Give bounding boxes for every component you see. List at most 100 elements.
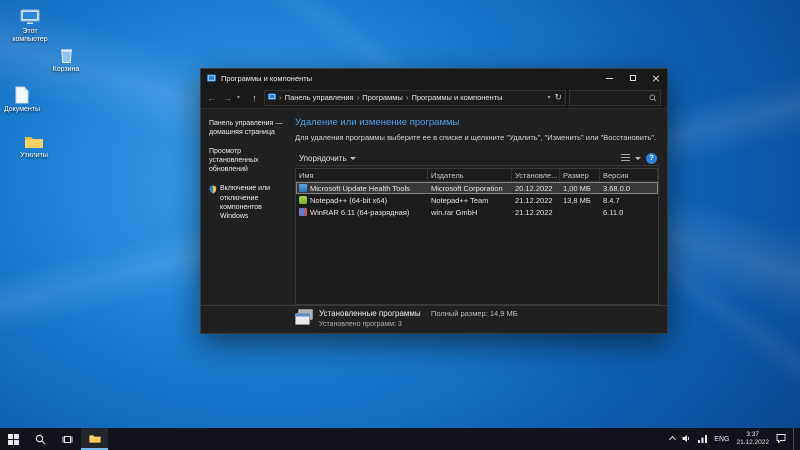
address-dropdown-icon[interactable]	[547, 94, 550, 101]
back-button[interactable]	[205, 93, 218, 103]
breadcrumb[interactable]: Панель управления Программы Программы и …	[264, 89, 566, 106]
status-title: Установленные программы	[319, 309, 421, 319]
desktop-icon-this-pc[interactable]: Этот компьютер	[8, 6, 52, 45]
breadcrumb-separator-icon	[279, 93, 282, 102]
programs-and-features-window: Программы и компоненты Панель управления…	[200, 68, 668, 334]
minimize-button[interactable]	[598, 69, 621, 87]
taskbar-clock[interactable]: 3:37 21.12.2022	[736, 431, 769, 447]
volume-icon[interactable]	[682, 430, 691, 448]
organize-button[interactable]: Упорядочить	[295, 154, 360, 163]
task-view-button[interactable]	[54, 428, 81, 450]
desktop-icon-label: Документы	[3, 106, 41, 113]
nav-item-control-panel-home[interactable]: Панель управления — домашняя страница	[209, 119, 285, 137]
breadcrumb-item-programs[interactable]: Программы	[362, 93, 403, 102]
program-version: 3.68.0.0	[603, 183, 631, 193]
system-tray: ENG 3:37 21.12.2022	[669, 428, 800, 450]
this-pc-icon	[8, 6, 52, 26]
file-explorer-icon	[88, 435, 101, 443]
program-icon	[299, 184, 307, 192]
recent-locations-chevron-icon[interactable]	[237, 94, 245, 101]
column-header-version[interactable]: Версия	[600, 169, 658, 181]
desktop-icon-utilities[interactable]: Утилиты	[12, 130, 56, 160]
desktop-icon-label: Этот компьютер	[12, 28, 48, 44]
page-title: Удаление или изменение программы	[295, 117, 460, 128]
document-icon	[0, 84, 44, 104]
program-name: Notepad++ (64-bit x64)	[310, 195, 388, 205]
command-bar: Упорядочить ?	[295, 151, 659, 166]
program-publisher: Microsoft Corporation	[431, 183, 503, 193]
up-button[interactable]	[248, 93, 261, 103]
program-size: 13,8 МБ	[563, 195, 591, 205]
breadcrumb-separator-icon	[357, 93, 360, 102]
program-installed-on: 21.12.2022	[515, 207, 553, 217]
program-name: Microsoft Update Health Tools	[310, 183, 410, 193]
organize-label: Упорядочить	[299, 153, 347, 163]
main-pane: Удаление или изменение программы Для уда…	[289, 109, 667, 305]
window-titlebar[interactable]: Программы и компоненты	[201, 69, 667, 87]
desktop-icon-label: Корзина	[52, 66, 80, 73]
table-row[interactable]: WinRAR 6.11 (64-разрядная) win.rar GmbH …	[296, 206, 658, 218]
show-desktop-button[interactable]	[793, 428, 798, 450]
minimize-icon	[606, 77, 613, 79]
maximize-icon	[629, 75, 636, 81]
task-view-icon	[62, 435, 73, 443]
program-publisher: Notepad++ Team	[431, 195, 489, 205]
status-total-size: Полный размер: 14,9 МБ	[430, 309, 518, 319]
installed-programs-icon	[295, 309, 313, 330]
column-header-installed-on[interactable]: Установле...	[512, 169, 560, 181]
navigation-pane: Панель управления — домашняя страница Пр…	[201, 109, 289, 305]
nav-item-windows-features[interactable]: Включение или отключение компонентов Win…	[209, 184, 285, 220]
close-icon	[652, 74, 660, 82]
show-hidden-icons-chevron[interactable]	[669, 435, 677, 443]
program-publisher: win.rar GmbH	[431, 207, 478, 217]
desktop-icon-documents[interactable]: Документы	[0, 84, 44, 114]
help-button[interactable]: ?	[646, 152, 657, 164]
program-installed-on: 21.12.2022	[515, 195, 553, 205]
nav-item-label: Панель управления — домашняя страница	[209, 120, 283, 137]
recycle-bin-icon	[44, 44, 88, 64]
nav-item-label: Просмотр установленных обновлений	[209, 148, 259, 174]
table-row[interactable]: Notepad++ (64-bit x64) Notepad++ Team 21…	[296, 194, 658, 206]
start-button[interactable]	[0, 428, 27, 450]
column-header-size[interactable]: Размер	[560, 169, 600, 181]
column-header-name[interactable]: Имя	[296, 169, 428, 181]
address-bar: Панель управления Программы Программы и …	[201, 87, 667, 109]
window-body: Панель управления — домашняя страница Пр…	[201, 109, 667, 305]
chevron-down-icon	[349, 156, 356, 160]
status-programs-count: Установлено программ: 3	[319, 321, 402, 329]
windows-logo-icon	[8, 433, 19, 445]
nav-item-view-installed-updates[interactable]: Просмотр установленных обновлений	[209, 147, 285, 174]
refresh-button[interactable]	[554, 93, 562, 102]
program-version: 6.11.0	[603, 207, 624, 217]
desktop-icon-recycle-bin[interactable]: Корзина	[44, 44, 88, 74]
search-input[interactable]	[569, 89, 661, 106]
change-view-button[interactable]	[621, 154, 630, 162]
breadcrumb-item-control-panel[interactable]: Панель управления	[285, 93, 354, 102]
file-explorer-button[interactable]	[81, 428, 108, 450]
programs-list: Имя Издатель Установле... Размер Версия …	[295, 168, 659, 305]
language-indicator[interactable]: ENG	[714, 436, 729, 443]
folder-icon	[12, 130, 56, 150]
desktop-icon-label: Утилиты	[20, 152, 48, 159]
close-button[interactable]	[644, 69, 667, 87]
breadcrumb-item-programs-features[interactable]: Программы и компоненты	[411, 93, 502, 102]
network-icon[interactable]	[698, 430, 708, 448]
page-description: Для удаления программы выберите ее в спи…	[295, 133, 657, 142]
window-title: Программы и компоненты	[221, 73, 313, 83]
clock-time: 3:37	[746, 430, 760, 438]
program-size: 1,00 МБ	[563, 183, 591, 193]
details-pane: Установленные программы Полный размер: 1…	[201, 305, 667, 333]
desktop: Этот компьютер Корзина Документы Утилиты…	[0, 0, 800, 428]
column-header-publisher[interactable]: Издатель	[428, 169, 512, 181]
maximize-button[interactable]	[621, 69, 644, 87]
program-installed-on: 20.12.2022	[515, 183, 553, 193]
uac-shield-icon	[209, 185, 217, 220]
forward-button[interactable]	[221, 93, 234, 103]
action-center-icon[interactable]	[776, 430, 786, 448]
breadcrumb-separator-icon	[406, 93, 409, 102]
table-row[interactable]: Microsoft Update Health Tools Microsoft …	[296, 182, 658, 194]
taskbar-search-button[interactable]	[27, 428, 54, 450]
search-icon	[35, 434, 46, 444]
view-dropdown-icon[interactable]	[635, 156, 641, 160]
program-icon	[299, 196, 307, 204]
